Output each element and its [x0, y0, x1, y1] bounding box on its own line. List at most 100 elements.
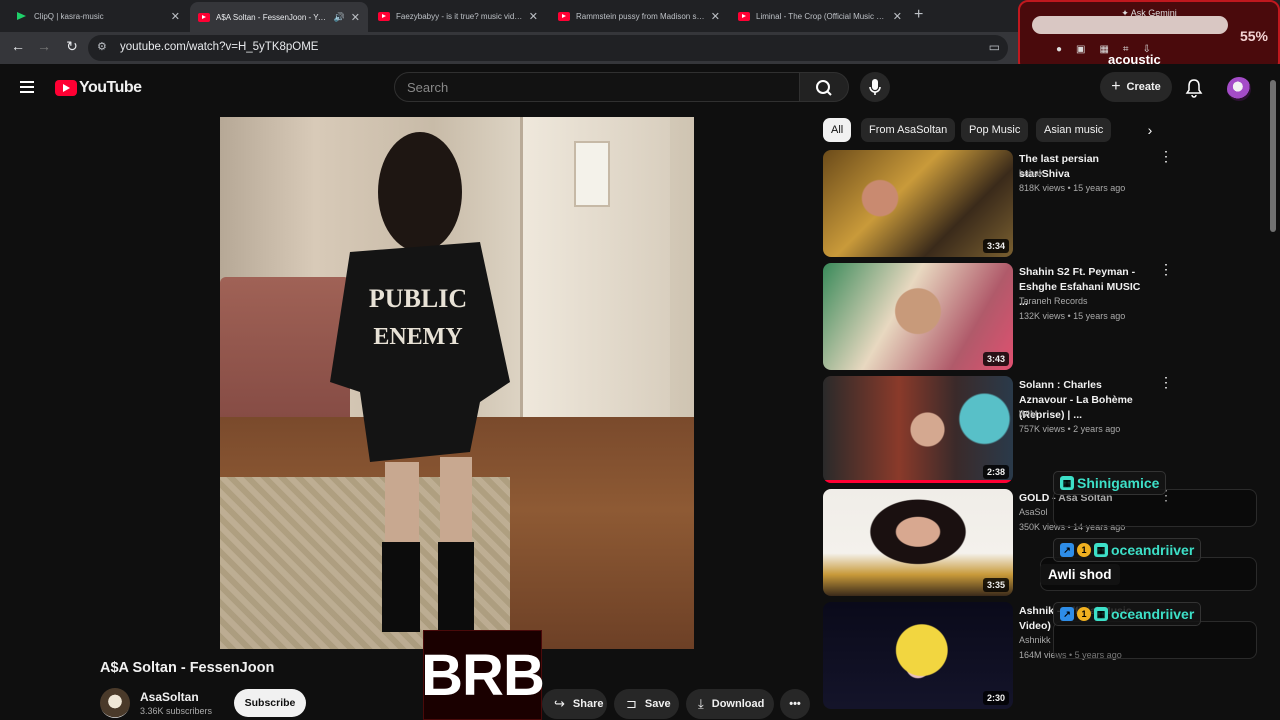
cast-icon[interactable]: ▭	[989, 40, 1000, 54]
download-icon: ⤓	[698, 696, 704, 711]
download-button[interactable]: ⤓ Download	[686, 689, 774, 719]
search-input[interactable]	[395, 73, 799, 101]
browser-tab[interactable]: Rammstein pussy from Madison square gard…	[550, 4, 728, 28]
chevron-right-icon[interactable]: ›	[1140, 118, 1160, 142]
video-title: A$A Soltan - FessenJoon	[100, 660, 275, 676]
url-text[interactable]: youtube.com/watch?v=H_5yTK8pOME	[120, 41, 318, 53]
recommendation-item[interactable]: 3:43 Shahin S2 Ft. Peyman - Eshghe Esfah…	[823, 262, 1173, 371]
search-box[interactable]	[394, 72, 800, 102]
browser-tab[interactable]: Liminal - The Crop (Official Music Video…	[730, 4, 910, 28]
tab-title: ClipQ | kasra-music	[34, 11, 104, 21]
search-button[interactable]	[799, 72, 849, 102]
tab-title: Faezybabyy - is it true? music video - Y…	[396, 11, 523, 21]
youtube-logo[interactable]: YouTube	[55, 79, 142, 97]
chip-from-asasoltan[interactable]: From AsaSoltan	[861, 118, 956, 142]
recommendation-channel[interactable]: Ashnikk	[1019, 635, 1051, 645]
share-button[interactable]: ↪ Share	[542, 689, 607, 719]
clipq-favicon-icon	[16, 11, 28, 21]
duration-badge: 3:43	[982, 352, 1009, 366]
prime-badge-icon: ↗	[1060, 607, 1074, 621]
video-thumbnail[interactable]: 2:30	[823, 602, 1013, 709]
close-tab-icon[interactable]: ✕	[893, 10, 902, 23]
address-bar[interactable]: ⚙ youtube.com/watch?v=H_5yTK8pOME ▭	[88, 35, 1008, 61]
more-vertical-icon[interactable]: ⋮	[1159, 375, 1173, 389]
recommendation-title[interactable]: Solann : Charles Aznavour - La Bohème (R…	[1019, 378, 1149, 423]
create-button[interactable]: + Create	[1100, 72, 1172, 102]
recommendation-channel[interactable]: WIM	[1019, 409, 1038, 419]
tab-title: Liminal - The Crop (Official Music Video…	[756, 11, 887, 21]
youtube-favicon-icon	[198, 12, 210, 22]
new-tab-icon[interactable]: +	[914, 6, 923, 24]
overlay-percent: 55%	[1239, 28, 1268, 44]
close-tab-icon[interactable]: ✕	[351, 11, 360, 24]
forward-icon[interactable]: →	[34, 38, 54, 54]
chat-badge-icon: ▦	[1094, 543, 1108, 557]
hamburger-menu-icon[interactable]	[20, 81, 34, 93]
more-actions-button[interactable]: •••	[780, 689, 810, 719]
recommendation-channel[interactable]: Taraneh Records	[1019, 296, 1088, 306]
ask-gemini-text: Ask Gemini	[1130, 8, 1177, 18]
more-vertical-icon[interactable]: ⋮	[1159, 149, 1173, 163]
recommendation-channel[interactable]: AsaSol	[1019, 507, 1048, 517]
browser-tab-active[interactable]: A$A Soltan - FessenJoon - YouTube 🔊 ✕	[190, 2, 368, 32]
recommendation-meta: 818K views • 15 years ago	[1019, 183, 1126, 193]
video-thumbnail[interactable]: 3:43	[823, 263, 1013, 370]
recommendation-channel[interactable]: babak	[1019, 168, 1044, 178]
youtube-header: YouTube + Create	[0, 64, 1280, 112]
reload-icon[interactable]: ↻	[62, 38, 82, 55]
chat-username-text: oceandriiver	[1111, 606, 1195, 622]
back-icon[interactable]: ←	[8, 38, 28, 54]
video-player[interactable]: PUBLIC ENEMY	[220, 117, 694, 649]
youtube-favicon-icon	[558, 11, 570, 21]
tab-title: Rammstein pussy from Madison square gard…	[576, 11, 705, 21]
video-thumbnail[interactable]: 3:34	[823, 150, 1013, 257]
chip-pop-music[interactable]: Pop Music	[961, 118, 1029, 142]
subscriber-count: 3.36K subscribers	[140, 706, 213, 716]
microphone-icon	[869, 79, 881, 95]
chip-asian-music[interactable]: Asian music	[1036, 118, 1112, 142]
chat-badge-icon: ▦	[1094, 607, 1108, 621]
chat-username: ↗ 1 ▦ oceandriiver	[1053, 602, 1202, 626]
stream-overlay-widget: ✦ Ask Gemini 55% ●▣▦⌗⇩ acoustic	[1018, 0, 1280, 72]
chip-all[interactable]: All	[823, 118, 852, 142]
page-scrollbar[interactable]	[1270, 80, 1276, 232]
shirt-text-top: PUBLIC	[369, 284, 467, 313]
subscribe-button[interactable]: Subscribe	[234, 689, 306, 717]
recommendation-meta: 757K views • 2 years ago	[1019, 424, 1121, 434]
recommendation-meta: 132K views • 15 years ago	[1019, 311, 1126, 321]
youtube-favicon-icon	[378, 11, 390, 21]
close-tab-icon[interactable]: ✕	[171, 10, 180, 23]
share-icon: ↪	[554, 696, 565, 711]
chat-message-box	[1053, 621, 1257, 659]
video-frame-person: PUBLIC ENEMY	[330, 132, 510, 632]
duration-badge: 2:38	[982, 465, 1009, 479]
duration-badge: 2:30	[982, 691, 1009, 705]
account-avatar[interactable]	[1227, 77, 1251, 101]
site-settings-icon[interactable]: ⚙	[97, 40, 107, 53]
close-tab-icon[interactable]: ✕	[529, 10, 538, 23]
duration-badge: 3:34	[982, 239, 1009, 253]
recommendation-item[interactable]: 2:38 Solann : Charles Aznavour - La Bohè…	[823, 375, 1173, 484]
voice-search-button[interactable]	[860, 72, 890, 102]
more-vertical-icon[interactable]: ⋮	[1159, 262, 1173, 276]
channel-name[interactable]: AsaSoltan	[140, 690, 199, 704]
youtube-favicon-icon	[738, 11, 750, 21]
ask-gemini-label: ✦ Ask Gemini	[1121, 8, 1177, 18]
browser-tab[interactable]: ClipQ | kasra-music ✕	[8, 4, 188, 28]
browser-tab[interactable]: Faezybabyy - is it true? music video - Y…	[370, 4, 546, 28]
chat-username-text: oceandriiver	[1111, 542, 1195, 558]
sub-badge-icon: 1	[1077, 543, 1091, 557]
brb-overlay: BRB	[421, 630, 545, 720]
watched-progress-bar	[823, 480, 1013, 483]
notifications-bell-icon[interactable]	[1185, 78, 1203, 98]
recommendation-item[interactable]: 3:34 The last persian star:Shiva babak 8…	[823, 149, 1173, 258]
close-tab-icon[interactable]: ✕	[711, 10, 720, 23]
speaker-icon[interactable]: 🔊	[334, 12, 345, 23]
video-thumbnail[interactable]: 2:38	[823, 376, 1013, 483]
video-thumbnail[interactable]: 3:35	[823, 489, 1013, 596]
save-label: Save	[644, 698, 671, 710]
channel-avatar[interactable]	[100, 688, 130, 718]
chat-message-text: Awli shod	[1040, 564, 1120, 585]
bookmark-icon: ⊐	[626, 696, 637, 711]
save-button[interactable]: ⊐ Save	[614, 689, 679, 719]
